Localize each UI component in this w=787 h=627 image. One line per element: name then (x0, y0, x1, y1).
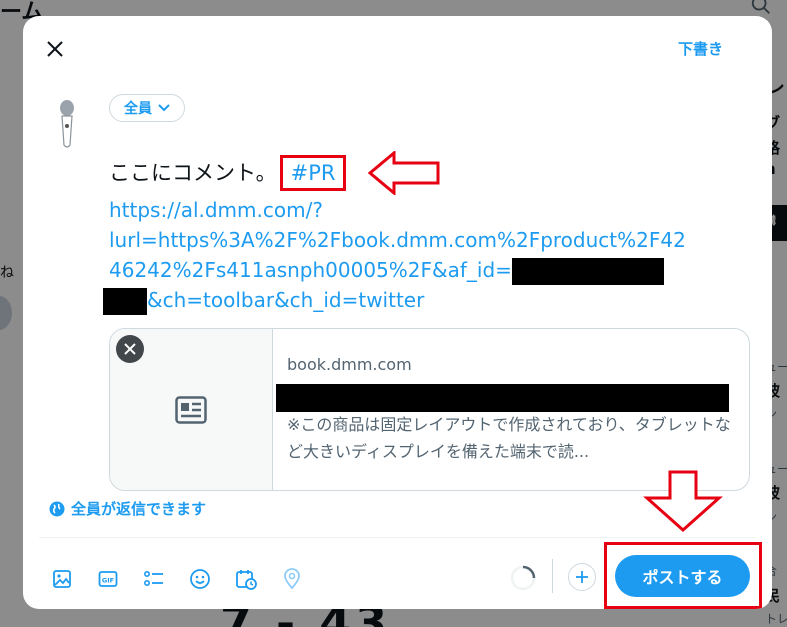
globe-icon (49, 501, 65, 516)
poll-icon (143, 570, 163, 587)
location-button[interactable] (275, 562, 309, 596)
chevron-down-icon (158, 104, 170, 112)
gif-button[interactable]: GIF (91, 562, 125, 596)
link-preview-card[interactable]: book.dmm.com ※この商品は固定レイアウトで作成されており、タブレット… (109, 328, 750, 491)
reply-setting-button[interactable]: 全員が返信できます (49, 498, 206, 519)
close-icon (47, 41, 63, 57)
card-domain: book.dmm.com (287, 355, 412, 374)
toolbar-divider (552, 559, 553, 593)
plus-icon (576, 571, 588, 583)
compose-url-line: &ch=toolbar&ch_id=twitter (147, 288, 425, 312)
redaction-block (276, 384, 729, 412)
close-button[interactable] (39, 33, 71, 65)
compose-url-line: lurl=https%3A%2F%2Fbook.dmm.com%2Fproduc… (109, 228, 686, 252)
location-icon (284, 568, 300, 590)
add-post-button[interactable] (568, 563, 596, 591)
post-button-highlight: ポストする (604, 542, 762, 609)
schedule-button[interactable] (229, 562, 263, 596)
schedule-icon (236, 570, 257, 590)
poll-button[interactable] (137, 562, 171, 596)
avatar[interactable] (53, 99, 81, 149)
card-thumbnail (110, 329, 273, 490)
article-icon (175, 395, 207, 424)
annotation-arrow-down-icon (643, 470, 723, 532)
remove-card-button[interactable] (116, 335, 144, 363)
audience-label: 全員 (124, 101, 152, 117)
compose-toolbar: GIF (45, 562, 309, 596)
close-icon (124, 343, 136, 355)
divider (39, 537, 756, 538)
hashtag-highlight: #PR (279, 155, 347, 191)
reply-setting-label: 全員が返信できます (71, 500, 207, 518)
annotation-arrow-left-icon (368, 151, 440, 195)
compose-url-line: https://al.dmm.com/? (109, 198, 323, 222)
card-description: ※この商品は固定レイアウトで作成されており、タブレットなど大きいディスプレイを備… (287, 415, 731, 461)
gif-icon: GIF (98, 571, 118, 587)
compose-url-line: 46242%2Fs411asnph00005%2F&af_id= (109, 258, 512, 282)
audience-selector[interactable]: 全員 (109, 94, 185, 122)
post-button[interactable]: ポストする (615, 555, 750, 597)
character-count-ring (510, 565, 536, 591)
emoji-button[interactable] (183, 562, 217, 596)
compose-text: ここにコメント。 (109, 161, 277, 185)
compose-textarea[interactable]: ここにコメント。 #PR https://al.dmm.com/? lurl=h… (103, 151, 749, 315)
redaction-block (103, 288, 147, 315)
image-icon (53, 570, 71, 588)
redaction-block (511, 258, 664, 285)
svg-text:GIF: GIF (102, 577, 114, 585)
drafts-button[interactable]: 下書き (678, 38, 723, 59)
emoji-icon (190, 569, 210, 589)
image-button[interactable] (45, 562, 79, 596)
